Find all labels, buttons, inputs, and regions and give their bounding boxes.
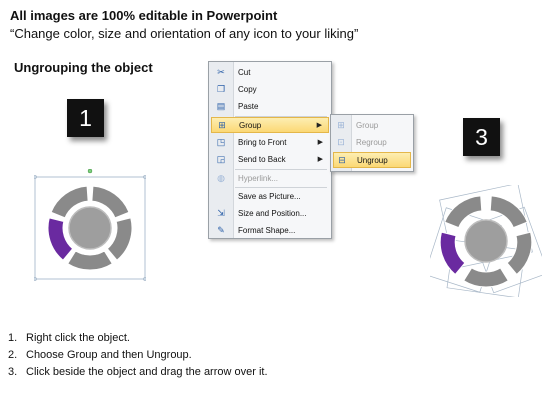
copy-icon: ❐ [216,83,226,94]
headline: All images are 100% editable in Powerpoi… [10,8,278,23]
menu-item-label: Bring to Front [238,137,287,147]
menu-item-label: Save as Picture... [238,191,301,201]
instruction-steps: 1. Right click the object. 2. Choose Group… [8,330,268,381]
menu-item-copy[interactable]: ❐ Copy [211,81,329,97]
ungrouped-ring-figure[interactable] [424,183,549,299]
step-number-box-3: 3 [463,118,500,156]
menu-item-label: Hyperlink... [238,173,279,183]
menu-item-group[interactable]: ⊞ Group ▶ [211,117,329,133]
menu-item-size-and-position[interactable]: ⇲ Size and Position... [211,205,329,221]
group-icon: ⊞ [218,119,226,130]
menu-item-label: Copy [238,84,257,94]
send-back-icon: ◲ [216,153,226,164]
menu-item-send-to-back[interactable]: ◲ Send to Back ▶ [211,151,329,167]
menu-item-label: Size and Position... [238,208,307,218]
ring-center [464,219,508,263]
menu-item-label: Paste [238,101,259,111]
menu-item-cut[interactable]: ✂ Cut [211,64,329,80]
paste-icon: ▤ [216,100,226,111]
section-title: Ungrouping the object [14,60,153,75]
step-number: 3. [8,366,18,378]
step-text: Choose Group and then Ungroup. [26,349,192,361]
menu-item-label: Send to Back [238,154,286,164]
format-icon: ✎ [217,224,225,235]
subline: “Change color, size and orientation of a… [10,26,359,41]
scissors-icon: ✂ [217,66,225,77]
ring-center [68,206,112,250]
submenu-arrow-icon: ▶ [317,156,323,163]
submenu-item-label: Group [356,120,379,130]
bring-front-icon: ◳ [216,136,226,147]
submenu-item-label: Ungroup [357,155,388,165]
ungrouped-ring-graphic [424,183,549,299]
menu-item-label: Group [239,120,262,130]
ring-segment [506,231,533,276]
step-item: 3. Click beside the object and drag the a… [8,364,268,381]
menu-item-bring-to-front[interactable]: ◳ Bring to Front ▶ [211,134,329,150]
menu-item-format-shape[interactable]: ✎ Format Shape... [211,222,329,238]
step-item: 2. Choose Group and then Ungroup. [8,347,268,364]
step-item: 1. Right click the object. [8,330,268,347]
grouped-ring-figure[interactable] [33,168,147,281]
group-icon: ⊞ [337,119,345,130]
submenu-item-group[interactable]: ⊞ Group [333,117,411,133]
size-icon: ⇲ [217,207,225,218]
step-text: Right click the object. [26,332,130,344]
step-number-box-1: 1 [67,99,104,137]
globe-icon: ◍ [217,172,225,183]
ungroup-icon: ⊟ [338,154,346,165]
ring-segment-highlight [439,231,466,276]
menu-item-label: Cut [238,67,251,77]
menu-item-hyperlink[interactable]: ◍ Hyperlink... [211,170,329,186]
regroup-icon: ⊡ [337,136,345,147]
menu-item-label: Format Shape... [238,225,296,235]
context-menu[interactable]: ✂ Cut ❐ Copy ▤ Paste ⊞ Group ▶ ◳ Bring t… [208,61,332,239]
submenu-item-label: Regroup [356,137,387,147]
submenu-item-regroup[interactable]: ⊡ Regroup [333,134,411,150]
menu-item-paste[interactable]: ▤ Paste [211,98,329,114]
grouped-ring-graphic [33,168,147,281]
submenu-arrow-icon: ▶ [316,122,322,129]
submenu-arrow-icon: ▶ [317,139,323,146]
step-text: Click beside the object and drag the arr… [26,366,268,378]
menu-item-save-as-picture[interactable]: Save as Picture... [211,188,329,204]
step-number: 2. [8,349,18,361]
step-number: 1. [8,332,18,344]
submenu-item-ungroup[interactable]: ⊟ Ungroup [333,152,411,168]
ring-segment [67,250,113,271]
group-submenu[interactable]: ⊞ Group ⊡ Regroup ⊟ Ungroup [330,114,414,172]
